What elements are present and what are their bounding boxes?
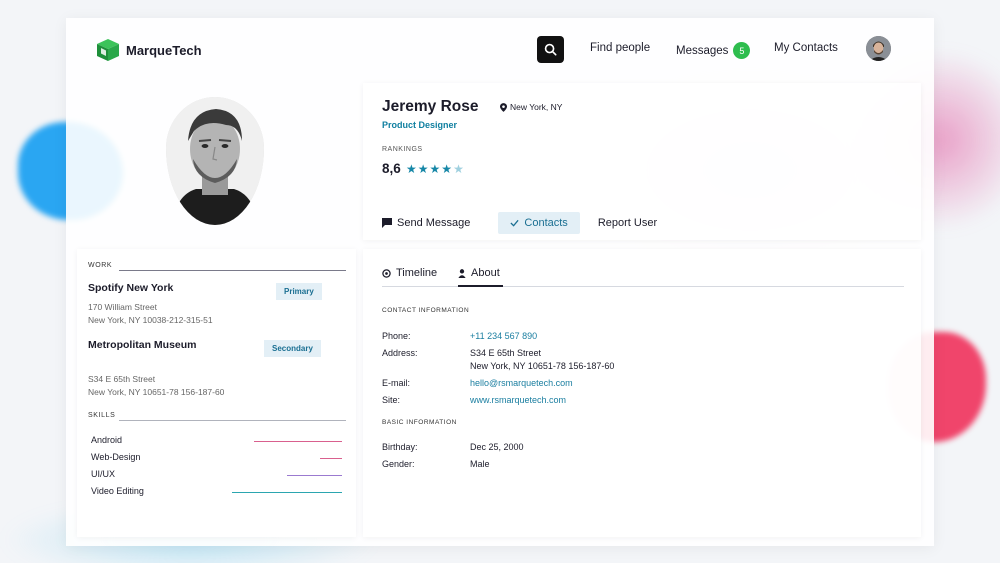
birthday-key: Birthday: [382, 442, 418, 452]
profile-location-label: New York, NY [510, 102, 563, 112]
report-user-label: Report User [597, 217, 658, 229]
star-icon: ★ [417, 162, 429, 176]
job-address: S34 E 65th Street New York, NY 10651-78 … [88, 373, 224, 398]
profile-actions: Send Message Contacts Report User [382, 212, 657, 234]
chat-bubble-icon [382, 218, 392, 228]
phone-key: Phone: [382, 331, 411, 341]
profile-card: MarqueTech Find people Messages 5 My Con… [66, 18, 934, 546]
job-address-line: New York, NY 10038-212-315-51 [88, 314, 213, 325]
brand-logo[interactable]: MarqueTech [96, 38, 202, 62]
star-icon: ★ [441, 162, 453, 176]
user-icon [458, 268, 466, 278]
tab-timeline-label: Timeline [396, 267, 438, 279]
report-user-button[interactable]: Report User [598, 212, 657, 234]
nav-messages[interactable]: Messages 5 [676, 42, 751, 59]
address-line: S34 E 65th Street [470, 348, 542, 358]
brand-name: MarqueTech [126, 42, 202, 58]
basic-info-label: BASIC INFORMATION [382, 419, 457, 426]
star-icon: ★ [406, 162, 417, 176]
profile-role: Product Designer [382, 120, 458, 130]
user-avatar[interactable] [866, 36, 891, 61]
work-panel: WORK Spotify New York Primary 170 Willia… [77, 249, 356, 537]
star-icon: ★ [429, 162, 441, 176]
job-title: Metropolitan Museum [88, 339, 197, 351]
tab-about[interactable]: About [458, 267, 500, 279]
eye-icon [382, 268, 391, 278]
job-tag-primary[interactable]: Primary [276, 283, 322, 300]
gender-value: Male [470, 459, 490, 469]
tab-about-label: About [471, 267, 500, 279]
contacts-label: Contacts [524, 217, 568, 229]
skill-label: Video Editing [91, 486, 144, 496]
tab-active-indicator [458, 285, 503, 287]
profile-location: New York, NY [500, 102, 562, 112]
cube-logo-icon [97, 39, 119, 61]
email-link[interactable]: hello@rsmarquetech.com [470, 377, 573, 390]
messages-count-badge: 5 [733, 42, 751, 59]
profile-photo [166, 97, 264, 225]
avatar-portrait-icon [866, 36, 891, 61]
job-address-line: New York, NY 10651-78 156-187-60 [88, 386, 225, 397]
phone-link[interactable]: +11 234 567 890 [470, 330, 537, 343]
nav-my-contacts[interactable]: My Contacts [774, 42, 838, 54]
send-message-label: Send Message [397, 217, 471, 229]
skill-label: Android [91, 435, 123, 445]
nav-find-people[interactable]: Find people [590, 42, 650, 54]
nav-messages-label: Messages [676, 44, 729, 57]
search-icon [544, 43, 557, 56]
skills-section-label: SKILLS [88, 412, 116, 419]
address-line: New York, NY 10651-78 156-187-60 [470, 361, 615, 371]
job-address-line: 170 William Street [88, 302, 157, 312]
profile-info-panel: Jeremy Rose New York, NY Product Designe… [363, 83, 921, 240]
job-tag-secondary[interactable]: Secondary [264, 340, 321, 357]
tab-timeline[interactable]: Timeline [382, 267, 437, 279]
rankings-label: RANKINGS [382, 146, 423, 153]
gender-key: Gender: [382, 459, 415, 469]
about-panel: Timeline About CONTACT INFORMATION Phone… [363, 249, 921, 537]
work-divider [119, 270, 346, 271]
site-link[interactable]: www.rsmarquetech.com [470, 394, 566, 407]
profile-name: Jeremy Rose [382, 98, 479, 115]
skill-label: Web-Design [91, 452, 141, 462]
send-message-button[interactable]: Send Message [382, 212, 470, 234]
job-address: 170 William Street New York, NY 10038-21… [88, 301, 213, 326]
skill-label: UI/UX [91, 469, 116, 479]
skill-level-bar [254, 441, 342, 442]
job-address-line: S34 E 65th Street [88, 374, 156, 384]
job-title: Spotify New York [88, 282, 174, 294]
birthday-value: Dec 25, 2000 [470, 442, 524, 452]
contacts-button[interactable]: Contacts [498, 212, 580, 234]
search-button[interactable] [537, 36, 564, 63]
email-key: E-mail: [382, 378, 411, 388]
profile-portrait-icon [166, 97, 264, 225]
skill-level-bar [287, 475, 342, 476]
skills-divider [119, 420, 346, 421]
location-pin-icon [500, 102, 507, 112]
skill-level-bar [320, 458, 342, 459]
nav-find-people-label: Find people [590, 42, 651, 54]
rating-stars: ★ ★ ★ ★ ★ [406, 162, 464, 176]
nav-my-contacts-label: My Contacts [774, 42, 838, 54]
address-key: Address: [382, 348, 418, 358]
contact-info-label: CONTACT INFORMATION [382, 307, 470, 314]
work-section-label: WORK [88, 262, 113, 269]
address-value: S34 E 65th Street New York, NY 10651-78 … [470, 347, 614, 373]
skill-level-bar [232, 492, 342, 493]
star-icon: ★ [453, 162, 464, 176]
ranking-value: 8,6 [382, 161, 401, 176]
checkmark-icon [510, 219, 519, 227]
site-key: Site: [382, 395, 401, 405]
